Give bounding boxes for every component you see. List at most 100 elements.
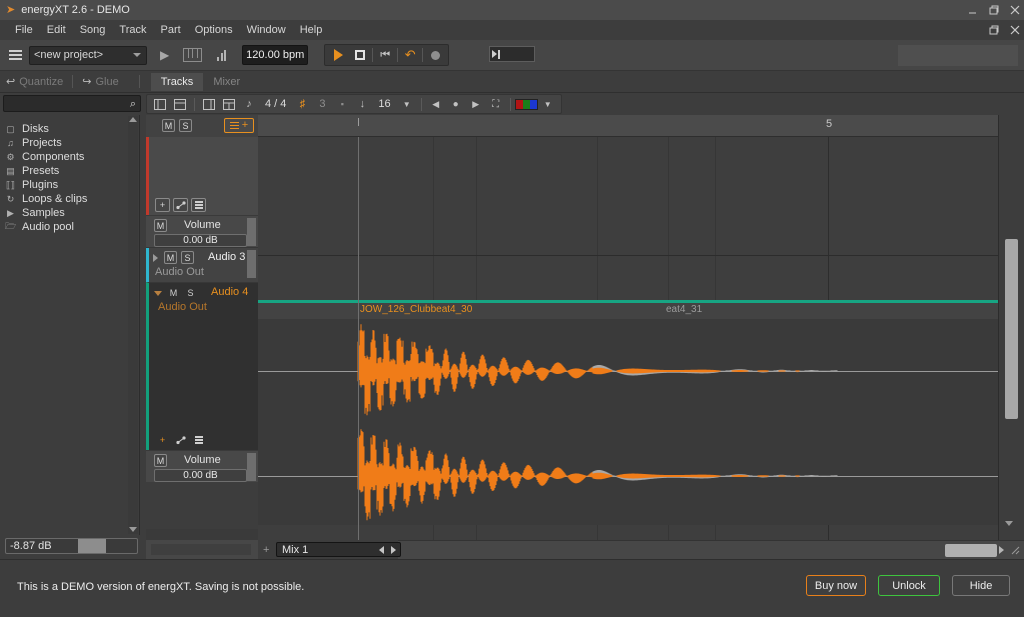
browser-scrollbar[interactable]: [128, 116, 138, 534]
scrollbar-thumb[interactable]: [945, 544, 997, 557]
project-selector[interactable]: <new project>: [29, 45, 147, 65]
track-header-scrollbar[interactable]: [146, 529, 258, 540]
track-name[interactable]: Audio 3: [208, 251, 245, 263]
menu-button[interactable]: [191, 198, 206, 212]
menu-window[interactable]: Window: [240, 24, 293, 36]
document-close-button[interactable]: [1008, 23, 1021, 37]
audio-clip[interactable]: JOW_126_Clubbeat4_30 eat4_31: [258, 303, 998, 525]
global-solo-button[interactable]: S: [179, 119, 192, 132]
scrollbar-thumb[interactable]: [1005, 239, 1018, 419]
close-button[interactable]: [1008, 3, 1021, 17]
hide-button[interactable]: Hide: [952, 575, 1010, 596]
play-button[interactable]: [327, 46, 349, 65]
track-mute-button[interactable]: M: [164, 251, 177, 264]
arrow-left-icon[interactable]: [379, 546, 384, 554]
add-mix-button[interactable]: +: [263, 544, 269, 556]
track-row-audio-4[interactable]: M S Audio 4 Audio Out +: [146, 282, 258, 450]
scroll-right-icon[interactable]: [999, 546, 1004, 554]
browser-item-samples[interactable]: ▶ Samples: [0, 206, 139, 220]
track-solo-button[interactable]: S: [184, 286, 197, 299]
note-icon[interactable]: ♪: [239, 96, 259, 113]
add-button[interactable]: +: [155, 433, 170, 447]
volume-value-field[interactable]: 0.00 dB: [154, 234, 247, 247]
global-mute-button[interactable]: M: [162, 119, 175, 132]
track-volume-mute-button[interactable]: M: [154, 454, 167, 467]
menu-song[interactable]: Song: [73, 24, 113, 36]
loop-button[interactable]: ↶: [399, 46, 421, 65]
menu-options[interactable]: Options: [188, 24, 240, 36]
search-input[interactable]: [4, 96, 114, 111]
stop-button[interactable]: [349, 46, 371, 65]
add-track-button[interactable]: +: [224, 118, 254, 133]
record-button[interactable]: [424, 46, 446, 65]
arrangement-grid[interactable]: JOW_126_Clubbeat4_30 eat4_31: [258, 137, 998, 540]
time-signature[interactable]: 4 / 4: [259, 98, 292, 110]
arrangement-area[interactable]: 5 JOW_126_Clubbeat4_30 eat4_31: [258, 115, 998, 540]
strip-scroll-handle[interactable]: [247, 218, 256, 246]
sharp-icon[interactable]: ♯: [292, 96, 312, 113]
color-chevron-down-icon[interactable]: ▼: [538, 96, 558, 113]
piano-keys-icon[interactable]: [183, 48, 203, 62]
expand-icon[interactable]: ⛶: [486, 96, 506, 113]
browser-item-audio-pool[interactable]: 🗁 Audio pool: [0, 220, 139, 234]
maximize-button[interactable]: [987, 3, 1000, 17]
master-volume-slider[interactable]: -8.87 dB: [5, 538, 138, 554]
quantize-button[interactable]: ↩ Quantize: [0, 73, 69, 91]
mix-selector[interactable]: Mix 1: [276, 542, 401, 557]
rgb-color-picker[interactable]: [514, 98, 538, 110]
document-restore-button[interactable]: [987, 23, 1000, 37]
tab-tracks[interactable]: Tracks: [150, 72, 204, 91]
scroll-down-icon[interactable]: [129, 527, 137, 532]
dot-icon[interactable]: ▪: [332, 96, 352, 113]
unlock-button[interactable]: Unlock: [878, 575, 940, 596]
quantize-value[interactable]: 16: [372, 98, 396, 110]
resize-grip-icon[interactable]: [1010, 545, 1021, 556]
track-output[interactable]: Audio Out: [158, 301, 207, 313]
arrow-down-icon[interactable]: ↓: [352, 96, 372, 113]
scroll-up-icon[interactable]: [129, 117, 137, 122]
browser-item-loops-clips[interactable]: ↻ Loops & clips: [0, 192, 139, 206]
expand-triangle-right-icon[interactable]: [153, 254, 158, 262]
volume-value-field[interactable]: 0.00 dB: [154, 469, 247, 482]
timeline-ruler[interactable]: 5: [258, 115, 998, 137]
browser-item-components[interactable]: ⚙ Components: [0, 150, 139, 164]
arrangement-vertical-scrollbar[interactable]: [998, 115, 1024, 540]
tempo-field[interactable]: 120.00 bpm: [242, 45, 309, 65]
preview-play-icon[interactable]: ▶: [160, 48, 169, 62]
browser-search-box[interactable]: ⌕: [3, 95, 141, 112]
collapse-triangle-down-icon[interactable]: [154, 291, 162, 300]
track-solo-button[interactable]: S: [181, 251, 194, 264]
master-mute-button[interactable]: M: [154, 219, 167, 232]
menu-help[interactable]: Help: [293, 24, 330, 36]
clip-header[interactable]: JOW_126_Clubbeat4_30 eat4_31: [258, 303, 998, 319]
menu-track[interactable]: Track: [112, 24, 153, 36]
strip-scroll-handle[interactable]: [247, 453, 256, 481]
browser-item-projects[interactable]: ♫ Projects: [0, 136, 139, 150]
glue-button[interactable]: ↪ Glue: [76, 73, 124, 91]
track-mute-button[interactable]: M: [167, 286, 180, 299]
browser-item-presets[interactable]: ▤ Presets: [0, 164, 139, 178]
menu-edit[interactable]: Edit: [40, 24, 73, 36]
arrow-left-icon[interactable]: ◀: [426, 96, 446, 113]
browser-item-plugins[interactable]: ⟦⟧ Plugins: [0, 178, 139, 192]
track-output[interactable]: Audio Out: [155, 266, 204, 278]
rewind-button[interactable]: ⏮: [374, 46, 396, 65]
browser-item-disks[interactable]: ▢ Disks: [0, 122, 139, 136]
slider-knob[interactable]: [78, 539, 106, 553]
split-view-left-icon[interactable]: [150, 96, 170, 113]
menu-file[interactable]: File: [8, 24, 40, 36]
quantize-dropdown-chevron-down-icon[interactable]: ▼: [397, 96, 417, 113]
route-button[interactable]: [173, 433, 188, 447]
route-button[interactable]: [173, 198, 188, 212]
menu-button[interactable]: [191, 433, 206, 447]
track-name[interactable]: Audio 4: [211, 286, 248, 298]
panel-right-icon[interactable]: [199, 96, 219, 113]
panel-grid-icon[interactable]: [219, 96, 239, 113]
transpose-value[interactable]: 3: [312, 96, 332, 113]
main-menu-icon[interactable]: [4, 44, 26, 66]
output-volume-slider[interactable]: [489, 46, 535, 62]
menu-part[interactable]: Part: [154, 24, 188, 36]
tab-mixer[interactable]: Mixer: [203, 73, 250, 91]
split-view-top-icon[interactable]: [170, 96, 190, 113]
add-button[interactable]: +: [155, 198, 170, 212]
